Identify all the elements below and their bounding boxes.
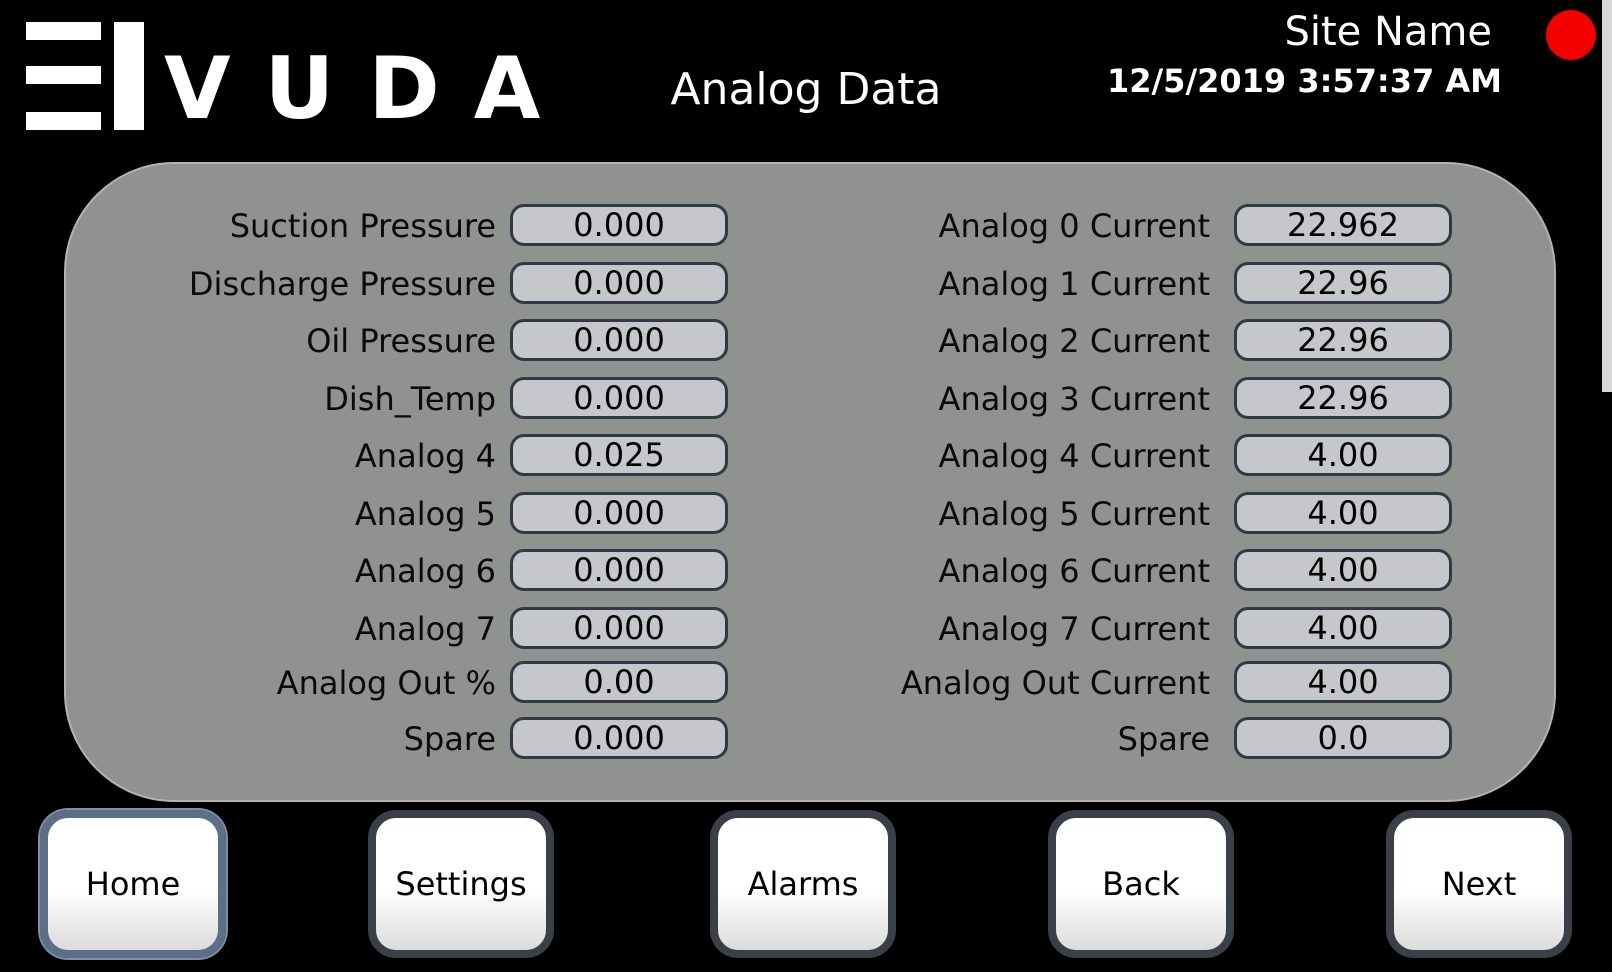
value-display: 4.00 (1234, 661, 1452, 703)
row-label: Spare (403, 720, 496, 758)
site-name: Site Name (1284, 9, 1492, 55)
logo-bar (26, 112, 101, 130)
value-display: 0.000 (510, 204, 728, 246)
value-display: 4.00 (1234, 549, 1452, 591)
row-label: Analog 5 Current (938, 495, 1210, 533)
value-display: 22.96 (1234, 262, 1452, 304)
alarms-button[interactable]: Alarms (710, 810, 896, 958)
settings-button[interactable]: Settings (368, 810, 554, 958)
value-display: 4.00 (1234, 434, 1452, 476)
value-display: 0.025 (510, 434, 728, 476)
analog-data-panel: Suction Pressure 0.000 Discharge Pressur… (64, 162, 1556, 802)
page-title-text: Analog Data (670, 64, 942, 115)
row-label: Spare (1117, 720, 1210, 758)
value-display: 0.0 (1234, 717, 1452, 759)
row-label: Analog 4 Current (938, 437, 1210, 475)
row-label: Analog 6 Current (938, 552, 1210, 590)
value-display: 22.96 (1234, 377, 1452, 419)
value-display: 0.000 (510, 549, 728, 591)
value-display: 0.000 (510, 377, 728, 419)
row-label: Analog 4 (354, 437, 496, 475)
value-display: 0.000 (510, 319, 728, 361)
row-label: Dish_Temp (324, 380, 496, 418)
row-label: Analog 7 (354, 610, 496, 648)
value-display: 4.00 (1234, 492, 1452, 534)
next-button[interactable]: Next (1386, 810, 1572, 958)
row-label: Discharge Pressure (188, 265, 496, 303)
value-display: 22.962 (1234, 204, 1452, 246)
value-display: 0.000 (510, 262, 728, 304)
value-display: 4.00 (1234, 607, 1452, 649)
value-display: 0.00 (510, 661, 728, 703)
row-label: Analog 7 Current (938, 610, 1210, 648)
row-label: Analog 5 (354, 495, 496, 533)
value-display: 0.000 (510, 717, 728, 759)
row-label: Analog 0 Current (938, 207, 1210, 245)
logo-bar (26, 22, 101, 40)
row-label: Suction Pressure (229, 207, 496, 245)
value-display: 22.96 (1234, 319, 1452, 361)
value-display: 0.000 (510, 492, 728, 534)
row-label: Analog 2 Current (938, 322, 1210, 360)
row-label: Oil Pressure (306, 322, 496, 360)
datetime-display: 12/5/2019 3:57:37 AM (1106, 62, 1502, 100)
row-label: Analog 3 Current (938, 380, 1210, 418)
row-label: Analog Out % (276, 664, 496, 702)
scrollbar[interactable] (1602, 0, 1612, 392)
row-label: Analog 6 (354, 552, 496, 590)
home-button[interactable]: Home (40, 810, 226, 958)
status-indicator-icon (1546, 10, 1596, 60)
row-label: Analog 1 Current (938, 265, 1210, 303)
value-display: 0.000 (510, 607, 728, 649)
back-button[interactable]: Back (1048, 810, 1234, 958)
row-label: Analog Out Current (900, 664, 1210, 702)
